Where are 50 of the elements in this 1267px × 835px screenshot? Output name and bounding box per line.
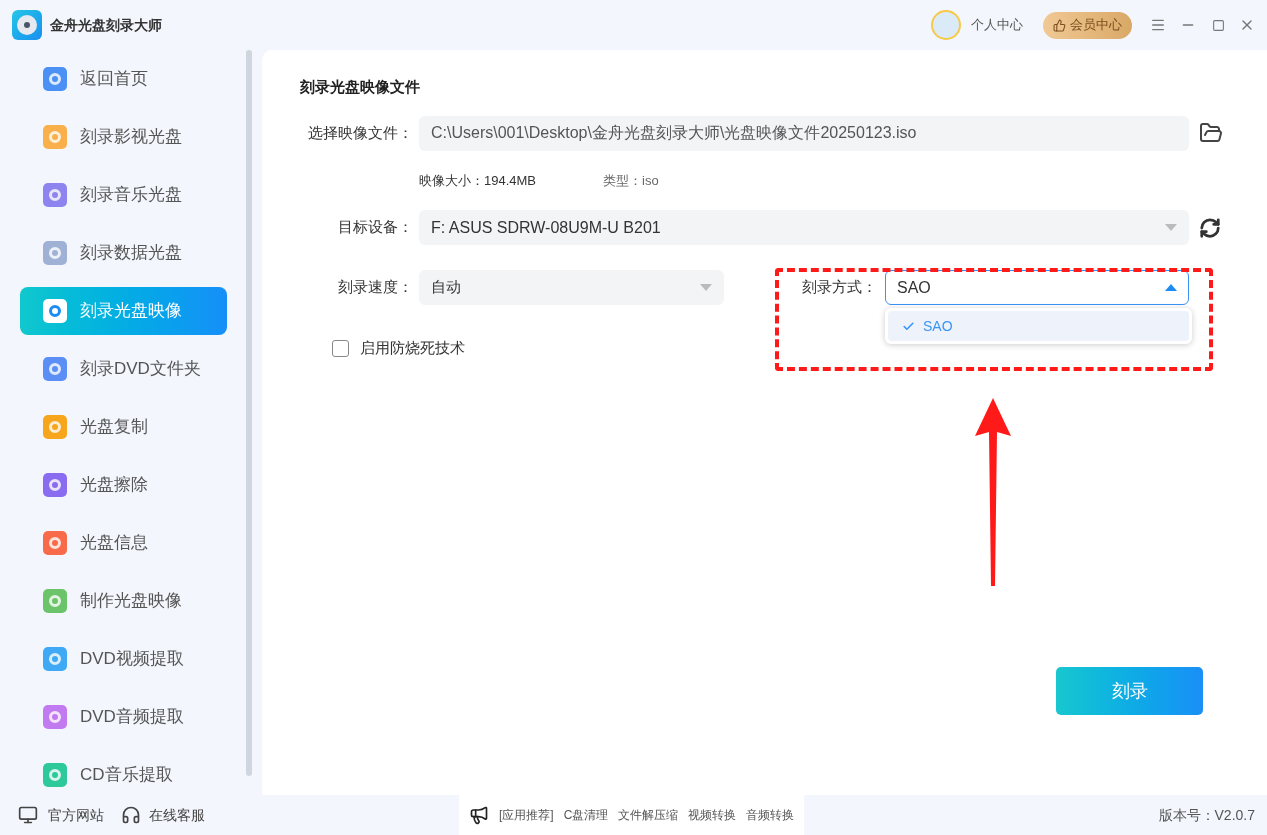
sidebar-item[interactable]: DVD音频提取	[20, 693, 227, 741]
field-label: 刻录方式：	[801, 277, 878, 298]
maximize-icon[interactable]	[1212, 18, 1225, 32]
headset-icon[interactable]	[121, 805, 141, 825]
sidebar-item[interactable]: 刻录DVD文件夹	[20, 345, 227, 393]
field-label: 选择映像文件：	[307, 122, 414, 143]
field-label: 刻录速度：	[337, 277, 414, 298]
thumbs-up-icon	[1053, 18, 1066, 32]
sidebar-item[interactable]: DVD视频提取	[20, 635, 227, 683]
checkbox-label: 启用防烧死技术	[360, 338, 465, 358]
image-size-text: 映像大小：194.4MB	[419, 171, 537, 190]
scrollbar[interactable]	[246, 50, 252, 776]
check-icon	[902, 319, 915, 333]
sidebar-item[interactable]: 制作光盘映像	[20, 577, 227, 625]
recommend-link[interactable]: 视频转换	[688, 806, 737, 824]
checkbox[interactable]	[332, 339, 349, 357]
sidebar-item[interactable]: 刻录数据光盘	[20, 229, 227, 277]
monitor-icon[interactable]	[18, 805, 38, 825]
recommend-link[interactable]: 音频转换	[746, 806, 795, 824]
refresh-icon[interactable]	[1199, 216, 1221, 239]
recommend-link[interactable]: C盘清理	[563, 806, 609, 824]
sidebar-item[interactable]: 光盘信息	[20, 519, 227, 567]
caret-icon	[1165, 224, 1177, 231]
recommend-link[interactable]: 文件解压缩	[618, 806, 679, 824]
panel-title: 刻录光盘映像文件	[300, 77, 421, 97]
caret-icon	[1165, 284, 1177, 291]
folder-icon[interactable]	[1199, 121, 1223, 145]
sidebar-item[interactable]: 光盘复制	[20, 403, 227, 451]
menu-icon[interactable]	[1150, 17, 1166, 33]
recommend-link[interactable]: [应用推荐]	[499, 806, 554, 824]
device-dropdown[interactable]: F: ASUS SDRW-08U9M-U B201	[419, 210, 1189, 245]
website-link[interactable]: 官方网站	[48, 804, 104, 826]
sidebar-item[interactable]: 刻录影视光盘	[20, 113, 227, 161]
disc-logo-icon	[12, 10, 42, 40]
app-title: 金舟光盘刻录大师	[50, 15, 162, 35]
megaphone-icon	[469, 805, 489, 825]
image-type-text: 类型：iso	[603, 171, 659, 190]
sidebar-item[interactable]: 返回首页	[20, 55, 227, 103]
mode-dropdown[interactable]: SAO	[885, 270, 1189, 305]
sidebar-item[interactable]: CD音乐提取	[20, 751, 227, 799]
sidebar-item[interactable]: 光盘擦除	[20, 461, 227, 509]
file-path-field[interactable]: C:\Users\001\Desktop\金舟光盘刻录大师\光盘映像文件20250123.iso	[419, 115, 1189, 151]
sidebar-item[interactable]: 刻录音乐光盘	[20, 171, 227, 219]
support-link[interactable]: 在线客服	[149, 804, 205, 826]
version-text: 版本号：V2.0.7	[1158, 805, 1255, 825]
field-label: 目标设备：	[337, 217, 414, 238]
speed-dropdown[interactable]: 自动	[419, 270, 724, 305]
vip-center-button[interactable]: 会员中心	[1043, 11, 1132, 39]
caret-icon	[700, 284, 712, 291]
user-center-link[interactable]: 个人中心	[971, 15, 1023, 35]
